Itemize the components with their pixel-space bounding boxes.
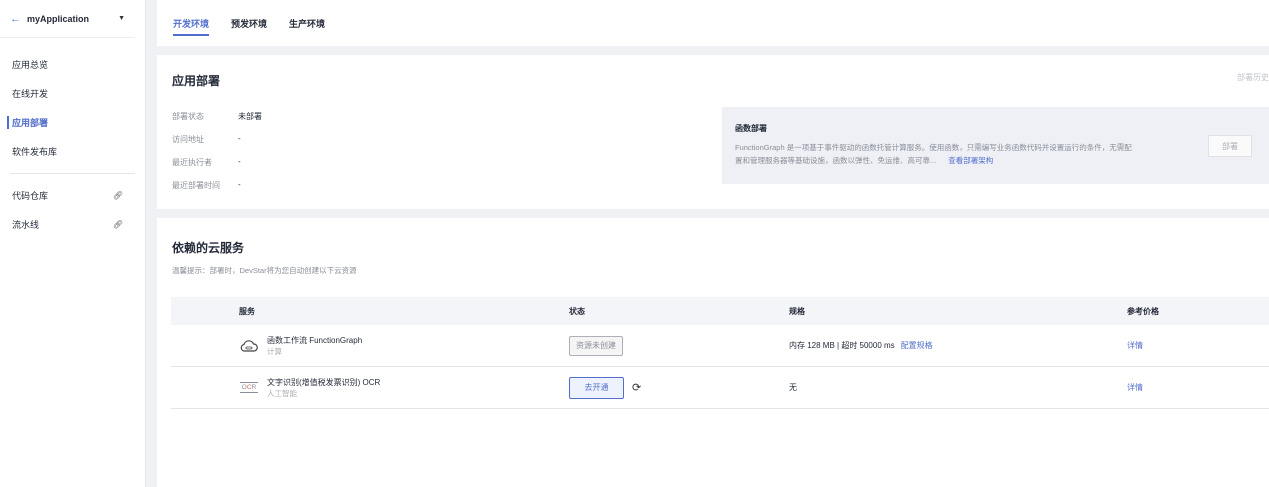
sidebar-item-label: 软件发布库 xyxy=(12,147,58,157)
tab-staging[interactable]: 预发环境 xyxy=(231,0,267,46)
activate-button[interactable]: 去开通 xyxy=(569,376,624,399)
app-header: ← myApplication ▼ xyxy=(0,0,135,38)
sidebar: ← myApplication ▼ 应用总览 在线开发 应用部署 软件发布库 代… xyxy=(0,0,146,487)
page-title: 应用部署 xyxy=(172,74,221,88)
ocr-icon: OCR xyxy=(239,382,259,393)
service-cell: 函数工作流 FunctionGraph 计算 xyxy=(171,335,569,357)
sidebar-item-app-deploy[interactable]: 应用部署 xyxy=(0,108,145,137)
sidebar-item-label: 应用部署 xyxy=(12,118,49,128)
spec-text: 无 xyxy=(789,383,797,392)
spec-cell: 内存 128 MB | 超时 50000 ms 配置规格 xyxy=(789,340,1127,351)
service-cell: OCR 文字识别(增值税发票识别) OCR 人工智能 xyxy=(171,377,569,399)
sidebar-item-release-repo[interactable]: 软件发布库 xyxy=(0,137,145,166)
field-label: 访问地址 xyxy=(172,135,204,144)
table-row: OCR 文字识别(增值税发票识别) OCR 人工智能 去开通 ⟳ 无 详情 xyxy=(171,367,1269,409)
col-spec: 规格 xyxy=(789,306,805,316)
sidebar-item-label: 应用总览 xyxy=(12,60,49,70)
refresh-icon[interactable]: ⟳ xyxy=(632,381,641,394)
field-value: - xyxy=(238,180,241,189)
sidebar-item-code-repo[interactable]: 代码仓库 🔗︎ xyxy=(0,181,145,210)
sidebar-item-pipeline[interactable]: 流水线 🔗︎ xyxy=(0,210,145,239)
env-tabs: 开发环境 预发环境 生产环境 xyxy=(157,0,1269,46)
service-info: 文字识别(增值税发票识别) OCR 人工智能 xyxy=(267,377,380,399)
sidebar-item-label: 在线开发 xyxy=(12,89,49,99)
external-link-icon: 🔗︎ xyxy=(112,220,123,229)
external-link-icon: 🔗︎ xyxy=(112,191,123,200)
col-service: 服务 xyxy=(239,306,255,316)
status-cell: 去开通 ⟳ xyxy=(569,376,789,399)
services-title: 依赖的云服务 xyxy=(172,241,245,255)
services-card: 依赖的云服务 温馨提示：部署时，DevStar将为您自动创建以下云资源 服务 状… xyxy=(157,218,1269,487)
service-category: 计算 xyxy=(267,346,282,356)
tab-production[interactable]: 生产环境 xyxy=(289,0,325,46)
price-details-link[interactable]: 详情 xyxy=(1127,340,1269,351)
field-label: 最近部署时间 xyxy=(172,181,220,190)
field-deploy-status: 部署状态 未部署 xyxy=(172,111,262,122)
col-price: 参考价格 xyxy=(1127,306,1159,316)
services-table: 服务 状态 规格 参考价格 函数工作流 FunctionGraph 计算 资源未… xyxy=(171,297,1269,409)
chevron-down-icon[interactable]: ▼ xyxy=(118,15,125,22)
configure-spec-link[interactable]: 配置规格 xyxy=(901,341,933,350)
field-last-executor: 最近执行者 - xyxy=(172,157,241,168)
table-row: 函数工作流 FunctionGraph 计算 资源未创建 内存 128 MB |… xyxy=(171,325,1269,367)
service-category: 人工智能 xyxy=(267,388,297,398)
status-badge: 资源未创建 xyxy=(569,335,623,356)
field-label: 最近执行者 xyxy=(172,158,212,167)
col-status: 状态 xyxy=(569,306,585,316)
deploy-card: 应用部署 部署历史 部署状态 未部署 访问地址 - 最近执行者 - 最近部署时间 - 函… xyxy=(157,55,1269,209)
sidebar-item-overview[interactable]: 应用总览 xyxy=(0,50,145,79)
sidebar-item-label: 流水线 xyxy=(12,220,40,230)
table-header: 服务 状态 规格 参考价格 xyxy=(171,297,1269,325)
sidebar-nav: 应用总览 在线开发 应用部署 软件发布库 代码仓库 🔗︎ 流水线 🔗︎ xyxy=(0,38,145,239)
status-cell: 资源未创建 xyxy=(569,335,789,356)
field-value: - xyxy=(238,157,241,166)
app-name[interactable]: myApplication xyxy=(27,14,118,24)
function-deploy-desc: FunctionGraph 是一项基于事件驱动的函数托管计算服务。使用函数，只需… xyxy=(735,141,1135,167)
deploy-button[interactable]: 部署 xyxy=(1208,135,1252,157)
back-arrow-icon[interactable]: ← xyxy=(10,13,21,25)
field-value: 未部署 xyxy=(238,112,262,121)
field-value: - xyxy=(238,134,241,143)
sidebar-item-online-dev[interactable]: 在线开发 xyxy=(0,79,145,108)
service-name: 函数工作流 FunctionGraph xyxy=(267,335,363,345)
field-access-url: 访问地址 - xyxy=(172,134,241,145)
function-deploy-text: FunctionGraph 是一项基于事件驱动的函数托管计算服务。使用函数，只需… xyxy=(735,143,1132,165)
cloud-icon xyxy=(239,336,259,356)
deploy-history-link[interactable]: 部署历史 xyxy=(1237,72,1269,83)
service-name: 文字识别(增值税发票识别) OCR xyxy=(267,377,381,387)
field-last-deploy-time: 最近部署时间 - xyxy=(172,180,241,191)
field-label: 部署状态 xyxy=(172,112,204,121)
spec-cell: 无 xyxy=(789,382,1127,393)
function-deploy-title: 函数部署 xyxy=(735,124,767,133)
view-architecture-link[interactable]: 查看部署架构 xyxy=(948,156,993,165)
service-info: 函数工作流 FunctionGraph 计算 xyxy=(267,335,362,357)
price-details-link[interactable]: 详情 xyxy=(1127,382,1269,393)
sidebar-item-label: 代码仓库 xyxy=(12,191,49,201)
spec-text: 内存 128 MB | 超时 50000 ms xyxy=(789,341,895,350)
tab-dev[interactable]: 开发环境 xyxy=(173,0,210,46)
function-deploy-box: 函数部署 FunctionGraph 是一项基于事件驱动的函数托管计算服务。使用… xyxy=(722,107,1269,184)
divider xyxy=(10,173,135,174)
services-tip: 温馨提示：部署时，DevStar将为您自动创建以下云资源 xyxy=(172,266,357,275)
